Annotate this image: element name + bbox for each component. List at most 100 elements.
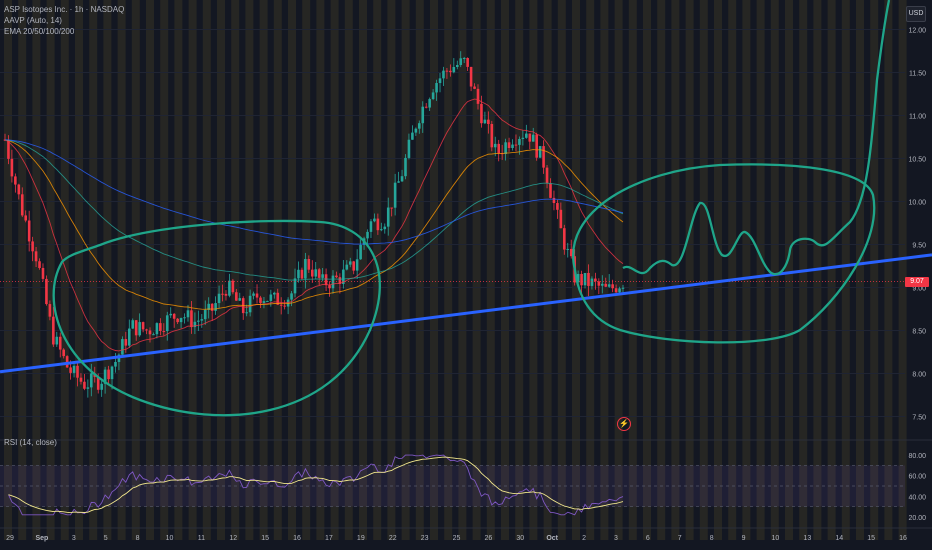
time-tick-label: 25 — [453, 535, 461, 542]
candle-body — [373, 218, 376, 222]
candle-body — [600, 283, 604, 286]
candle-body — [165, 315, 169, 332]
candle-body — [587, 272, 590, 286]
candle-body — [155, 323, 159, 335]
candle-body — [34, 251, 38, 262]
candle-body — [504, 142, 507, 155]
candle-body — [290, 293, 293, 300]
candle-body — [107, 369, 110, 380]
session-band — [359, 0, 367, 540]
candle-body — [307, 259, 311, 270]
candle-body — [590, 278, 594, 286]
candle-body — [266, 300, 269, 302]
candle-body — [272, 292, 276, 295]
session-band — [117, 0, 126, 540]
candle-body — [469, 66, 473, 87]
candle-body — [490, 124, 494, 148]
time-tick-label: 14 — [835, 535, 843, 542]
candle-body — [217, 293, 221, 304]
rsi-title: RSI (14, close) — [4, 438, 57, 447]
candle-body — [566, 248, 570, 250]
rsi-tick-label: 20.00 — [908, 515, 926, 522]
session-band — [32, 0, 41, 540]
candle-body — [145, 329, 148, 331]
candle-body — [152, 334, 155, 336]
time-tick-label: 15 — [867, 535, 875, 542]
session-band — [856, 0, 864, 540]
candle-body — [473, 86, 476, 89]
candle-body — [511, 144, 514, 148]
session-band — [586, 0, 595, 540]
session-band — [18, 0, 27, 540]
candle-body — [245, 312, 248, 314]
session-band — [600, 0, 609, 540]
time-tick-label: Oct — [546, 535, 558, 542]
candle-body — [148, 330, 152, 335]
candle-body — [252, 293, 255, 296]
candle-body — [480, 103, 483, 124]
session-band — [273, 0, 282, 540]
candle-body — [86, 387, 90, 389]
candle-body — [559, 209, 563, 229]
session-band — [75, 0, 83, 540]
time-tick-label: 16 — [899, 535, 907, 542]
candle-body — [455, 65, 459, 67]
session-band — [543, 0, 552, 540]
rsi-tick-label: 80.00 — [908, 453, 926, 460]
indicator-ema: EMA 20/50/100/200 — [4, 27, 75, 36]
price-tick-label: 8.50 — [912, 329, 926, 336]
currency-badge[interactable]: USD — [906, 6, 926, 22]
candle-body — [514, 144, 518, 146]
candle-body — [411, 132, 414, 140]
candle-body — [255, 293, 259, 298]
price-chart[interactable]: 7.508.008.509.009.5010.0010.5011.0011.50… — [0, 0, 932, 550]
candle-body — [76, 365, 79, 378]
candle-body — [348, 261, 352, 265]
candle-body — [259, 297, 262, 303]
session-band — [529, 0, 538, 540]
flash-icon[interactable]: ⚡ — [617, 417, 631, 431]
candle-body — [27, 220, 31, 242]
candle-body — [283, 305, 286, 307]
session-band — [501, 0, 509, 540]
candle-body — [359, 244, 362, 260]
candle-body — [321, 274, 324, 278]
price-tick-label: 10.50 — [908, 157, 926, 164]
time-tick-label: 30 — [516, 535, 524, 542]
candle-body — [131, 320, 135, 329]
candle-body — [248, 295, 252, 313]
candle-body — [62, 349, 65, 357]
candle-body — [380, 229, 383, 231]
session-band — [202, 0, 211, 540]
candle-body — [483, 119, 487, 124]
candle-body — [200, 319, 204, 321]
candle-body — [497, 143, 501, 154]
candle-body — [310, 269, 314, 277]
candle-body — [621, 287, 625, 289]
candle-body — [445, 70, 449, 72]
candle-body — [279, 304, 283, 306]
session-band — [785, 0, 793, 540]
session-band — [841, 0, 850, 540]
time-tick-label: 19 — [357, 535, 365, 542]
candle-body — [100, 383, 103, 390]
session-band — [486, 0, 495, 540]
candle-body — [269, 294, 273, 301]
candle-body — [369, 221, 373, 232]
session-band — [827, 0, 836, 540]
time-tick-label: 7 — [678, 535, 682, 542]
session-band — [231, 0, 240, 540]
candle-body — [17, 184, 21, 195]
candle-body — [518, 138, 521, 145]
time-tick-label: 8 — [136, 535, 140, 542]
candle-body — [352, 261, 356, 271]
time-tick-label: 3 — [614, 535, 618, 542]
candle-body — [583, 272, 587, 286]
session-band — [330, 0, 339, 540]
candle-body — [580, 274, 583, 286]
candle-body — [528, 133, 532, 142]
candle-body — [397, 181, 400, 183]
candle-body — [172, 313, 176, 319]
candle-body — [162, 330, 166, 332]
session-band — [685, 0, 694, 540]
